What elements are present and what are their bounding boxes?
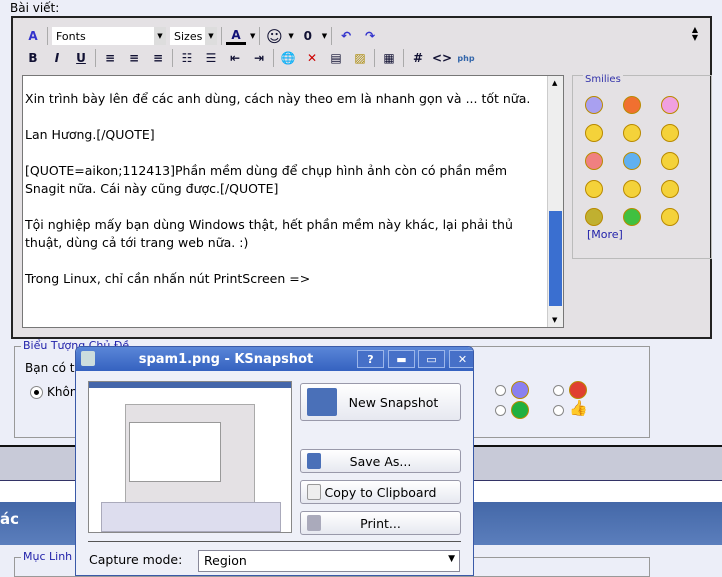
redo-icon[interactable]: ↷ xyxy=(360,27,380,45)
text-color-icon[interactable]: A xyxy=(226,27,246,45)
message-line: Tội nghiệp mấy bạn dùng Windows thật, hế… xyxy=(25,217,513,250)
message-line: [QUOTE=aikon;112413]Phần mềm dùng để chụ… xyxy=(25,163,508,196)
print-button[interactable]: Print... xyxy=(300,511,461,535)
title-bar[interactable]: spam1.png - KSnapshot ? ▬ ▭ ✕ xyxy=(76,347,473,371)
smiley-icon[interactable] xyxy=(623,152,641,170)
font-select[interactable]: Fonts ▼ xyxy=(52,27,166,45)
size-select-value: Sizes xyxy=(174,29,203,43)
email-icon[interactable]: ▤ xyxy=(326,49,346,67)
angry-icon xyxy=(569,381,587,399)
size-select[interactable]: Sizes ▼ xyxy=(170,27,217,45)
undo-icon[interactable]: ↶ xyxy=(336,27,356,45)
smiley-icon[interactable] xyxy=(623,208,641,226)
print-label: Print... xyxy=(360,515,401,531)
no-icon-label: Khôn xyxy=(47,385,78,399)
unlink-icon[interactable]: ✕ xyxy=(302,49,322,67)
separator xyxy=(88,541,461,542)
camera-icon xyxy=(307,388,337,416)
align-right-icon[interactable]: ≡ xyxy=(148,49,168,67)
align-left-icon[interactable]: ≡ xyxy=(100,49,120,67)
hash-button[interactable]: # xyxy=(408,49,428,67)
floppy-icon xyxy=(307,453,321,469)
icon-radio[interactable] xyxy=(495,385,506,396)
smiley-icon[interactable] xyxy=(661,124,679,142)
screenshot-preview xyxy=(88,381,292,533)
smiley-icon[interactable] xyxy=(585,180,603,198)
post-label: Bài viết: xyxy=(10,1,60,15)
smiley-icon[interactable] xyxy=(585,152,603,170)
smiley-icon[interactable] xyxy=(585,96,603,114)
maximize-button[interactable]: ▭ xyxy=(418,350,445,368)
message-line: Xin trình bày lên để các anh dùng, cách … xyxy=(25,91,531,106)
window-title: spam1.png - KSnapshot xyxy=(138,351,314,367)
save-as-button[interactable]: Save As... xyxy=(300,449,461,473)
smiley-icon[interactable] xyxy=(661,180,679,198)
save-as-label: Save As... xyxy=(349,453,412,469)
copy-label: Copy to Clipboard xyxy=(324,484,437,500)
more-smilies-link[interactable]: [More] xyxy=(587,228,623,241)
section-header-title: ác xyxy=(0,510,20,528)
quote-icon[interactable]: ▦ xyxy=(379,49,399,67)
smiley-icon[interactable] xyxy=(585,208,603,226)
help-button[interactable]: ? xyxy=(357,350,384,368)
indent-icon[interactable]: ⇥ xyxy=(249,49,269,67)
close-button[interactable]: ✕ xyxy=(449,350,473,368)
smilies-panel: Smilies [More] xyxy=(572,74,712,259)
copy-icon xyxy=(307,484,321,500)
capture-mode-label: Capture mode: xyxy=(89,552,183,567)
smiley-icon[interactable]: ☺ xyxy=(264,27,284,46)
align-center-icon[interactable]: ≡ xyxy=(124,49,144,67)
php-icon[interactable]: php xyxy=(456,49,476,67)
icon-radio[interactable] xyxy=(553,385,564,396)
smilies-title: Smilies xyxy=(583,74,623,85)
post-icons-prompt: Bạn có t xyxy=(25,361,75,375)
minimize-button[interactable]: ▬ xyxy=(388,350,415,368)
new-snapshot-label: New Snapshot xyxy=(348,394,439,410)
smiley-icon[interactable] xyxy=(661,96,679,114)
no-icon-radio[interactable] xyxy=(30,386,43,399)
thumbs-up-icon: 👍 xyxy=(569,399,588,417)
attachment-icon[interactable]: 0 xyxy=(298,27,318,45)
ordered-list-icon[interactable]: ☷ xyxy=(177,49,197,67)
smiley-icon[interactable] xyxy=(585,124,603,142)
italic-button[interactable]: I xyxy=(47,49,67,67)
smiley-icon[interactable] xyxy=(623,96,641,114)
printer-icon xyxy=(307,515,321,531)
bold-button[interactable]: B xyxy=(23,49,43,67)
resize-icon[interactable]: ▲ ▼ xyxy=(692,26,698,42)
new-snapshot-button[interactable]: New Snapshot xyxy=(300,383,461,421)
unordered-list-icon[interactable]: ☰ xyxy=(201,49,221,67)
scrollbar-thumb[interactable] xyxy=(549,211,562,306)
message-line: Lan Hương.[/QUOTE] xyxy=(25,127,155,142)
smiley-icon[interactable] xyxy=(623,180,641,198)
icon-radio[interactable] xyxy=(495,405,506,416)
capture-mode-value: Region xyxy=(204,553,247,568)
smiley-icon[interactable] xyxy=(623,124,641,142)
icon-radio[interactable] xyxy=(553,405,564,416)
message-line: Trong Linux, chỉ cần nhấn nút PrintScree… xyxy=(25,271,311,286)
frown-icon xyxy=(511,381,529,399)
outdent-icon[interactable]: ⇤ xyxy=(225,49,245,67)
smiley-icon[interactable] xyxy=(661,208,679,226)
copy-to-clipboard-button[interactable]: Copy to Clipboard xyxy=(300,480,461,504)
chevron-down-icon: ▼ xyxy=(448,554,455,564)
underline-button[interactable]: U xyxy=(71,49,91,67)
toolbar-row-2: B I U ≡ ≡ ≡ ☷ ☰ ⇤ ⇥ 🌐 ✕ ▤ ▨ ▦ # <> php xyxy=(23,49,476,67)
link-icon[interactable]: 🌐 xyxy=(278,49,298,67)
image-icon[interactable]: ▨ xyxy=(350,49,370,67)
font-select-value: Fonts xyxy=(56,29,86,43)
message-textarea[interactable]: Xin trình bày lên để các anh dùng, cách … xyxy=(22,75,564,328)
toolbar-row-1: A Fonts ▼ Sizes ▼ A ▼ ☺ ▼ 0 ▼ ↶ ↷ xyxy=(23,27,380,46)
code-button[interactable]: <> xyxy=(432,49,452,67)
ksnapshot-window: spam1.png - KSnapshot ? ▬ ▭ ✕ New Snapsh… xyxy=(75,346,474,576)
arrow-icon xyxy=(511,401,529,419)
capture-mode-select[interactable]: Region ▼ xyxy=(198,550,460,572)
vertical-scrollbar[interactable]: ▲ ▼ xyxy=(547,76,563,327)
remove-format-icon[interactable]: A xyxy=(23,27,43,45)
smiley-icon[interactable] xyxy=(661,152,679,170)
